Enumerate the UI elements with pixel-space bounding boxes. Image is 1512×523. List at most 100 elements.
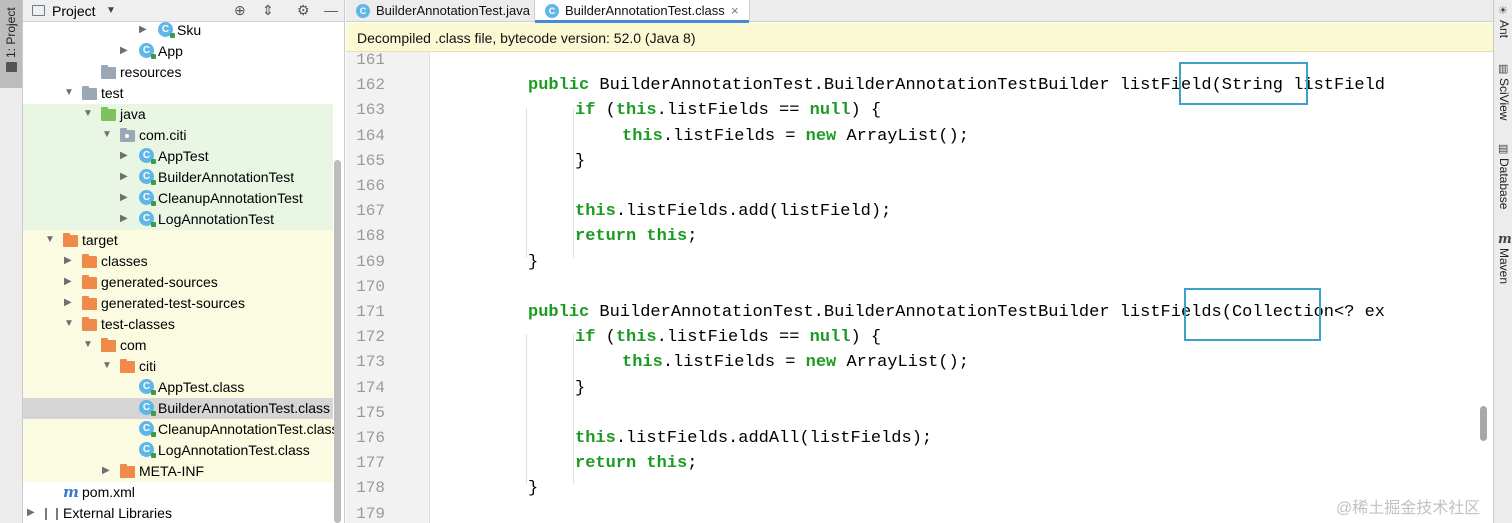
chevron-right-icon[interactable]: ▶ [120, 192, 128, 203]
watermark: @稀土掘金技术社区 [1336, 500, 1481, 517]
tree-item[interactable]: ▼ test-classes [23, 314, 333, 335]
indent-guide [526, 334, 527, 484]
tree-item-label: classes [101, 253, 148, 269]
tree-item-label: generated-sources [101, 274, 218, 290]
tree-item-label: java [120, 106, 146, 122]
chevron-down-icon[interactable]: ▼ [106, 5, 116, 16]
libraries-icon [45, 508, 58, 520]
tree-item-label: resources [120, 64, 182, 80]
tree-item[interactable]: ▶ C Sku [23, 20, 333, 41]
hide-panel-icon[interactable]: — [324, 2, 338, 18]
line-number: 170 [356, 277, 385, 296]
package-icon [120, 128, 135, 142]
chevron-right-icon[interactable]: ▶ [64, 255, 72, 266]
code-view[interactable]: public BuilderAnnotationTest.BuilderAnno… [430, 52, 1493, 523]
tree-item[interactable]: resources [23, 62, 333, 83]
banner-text: Decompiled .class file, bytecode version… [357, 30, 696, 46]
tree-item[interactable]: ▶ C App [23, 41, 333, 62]
locate-icon[interactable]: ⊕ [234, 2, 246, 19]
tree-item[interactable]: ▶ External Libraries [23, 503, 333, 523]
folder-excluded-icon [82, 296, 97, 310]
tree-item[interactable]: ▼ test [23, 83, 333, 104]
tree-item[interactable]: ▶ generated-sources [23, 272, 333, 293]
database-tool-label: Database [1497, 158, 1511, 210]
highlight-box-listFields [1184, 288, 1321, 341]
chevron-down-icon[interactable]: ▼ [83, 108, 93, 119]
class-icon: C [139, 43, 156, 59]
tree-item[interactable]: ▼ target [23, 230, 333, 251]
tree-item[interactable]: ▼ java [23, 104, 333, 125]
tree-item-label: App [158, 43, 183, 59]
tab-label: BuilderAnnotationTest.class [565, 3, 725, 18]
tree-item-label: LogAnnotationTest.class [158, 442, 310, 458]
tree-item-label: test [101, 85, 124, 101]
chevron-right-icon[interactable]: ▶ [120, 213, 128, 224]
maven-tool-label: Maven [1497, 248, 1511, 285]
tree-item-selected[interactable]: C BuilderAnnotationTest.class [23, 398, 333, 419]
chevron-down-icon[interactable]: ▼ [102, 129, 112, 140]
chevron-right-icon[interactable]: ▶ [27, 507, 35, 518]
folder-test-source-icon [101, 107, 116, 121]
chevron-down-icon[interactable]: ▼ [64, 87, 74, 98]
class-file-icon: C [139, 442, 156, 458]
tree-item[interactable]: C LogAnnotationTest.class [23, 440, 333, 461]
close-icon[interactable]: × [731, 3, 739, 18]
tree-item-label: LogAnnotationTest [158, 211, 274, 227]
gear-icon[interactable]: ⚙ [297, 2, 310, 19]
editor-tab-bar: C BuilderAnnotationTest.java C BuilderAn… [346, 0, 1493, 23]
tree-item[interactable]: ▶ classes [23, 251, 333, 272]
folder-excluded-icon [101, 338, 116, 352]
tree-item[interactable]: ▼ com.citi [23, 125, 333, 146]
tab-builder-annotation-test-java[interactable]: C BuilderAnnotationTest.java [346, 0, 534, 22]
project-tree-scrollbar[interactable] [334, 160, 341, 523]
tree-item[interactable]: ▶ C BuilderAnnotationTest [23, 167, 333, 188]
tree-item-label: Sku [177, 22, 202, 38]
maven-icon: m [1498, 232, 1512, 247]
tree-item[interactable]: ▶ generated-test-sources [23, 293, 333, 314]
project-tool-tab[interactable]: 1: Project [0, 0, 22, 88]
tree-item-label: pom.xml [82, 484, 135, 500]
chevron-down-icon[interactable]: ▼ [45, 234, 55, 245]
tab-builder-annotation-test-class[interactable]: C BuilderAnnotationTest.class × [534, 0, 750, 23]
line-number: 175 [356, 403, 385, 422]
tree-item[interactable]: ▼ citi [23, 356, 333, 377]
chevron-right-icon[interactable]: ▶ [120, 150, 128, 161]
chevron-right-icon[interactable]: ▶ [64, 276, 72, 287]
ant-tool-label: Ant [1497, 20, 1511, 39]
class-file-icon: C [139, 379, 156, 395]
tree-item[interactable]: ▶ C LogAnnotationTest [23, 209, 333, 230]
chevron-right-icon[interactable]: ▶ [102, 465, 110, 476]
tree-item[interactable]: ▶ C CleanupAnnotationTest [23, 188, 333, 209]
line-number: 165 [356, 151, 385, 170]
chevron-down-icon[interactable]: ▼ [83, 339, 93, 350]
chevron-right-icon[interactable]: ▶ [120, 171, 128, 182]
chevron-down-icon[interactable]: ▼ [64, 318, 74, 329]
tree-item-label: External Libraries [63, 505, 172, 521]
project-view-selector[interactable]: Project [52, 3, 96, 19]
line-number: 172 [356, 328, 385, 347]
code-line: this.listFields.add(listField); [575, 202, 892, 222]
tree-item[interactable]: C AppTest.class [23, 377, 333, 398]
tree-item-label: BuilderAnnotationTest.class [158, 400, 330, 416]
line-number: 171 [356, 303, 385, 321]
editor-scrollbar[interactable] [1480, 406, 1487, 441]
collapse-all-icon[interactable]: ⇕ [262, 2, 274, 19]
chevron-right-icon[interactable]: ▶ [64, 297, 72, 308]
line-number: 162 [356, 76, 385, 95]
chevron-right-icon[interactable]: ▶ [120, 45, 128, 56]
class-icon: C [139, 169, 156, 185]
chevron-down-icon[interactable]: ▼ [102, 360, 112, 371]
chevron-right-icon[interactable]: ▶ [139, 24, 147, 35]
code-line: } [528, 479, 539, 499]
maven-icon: m [63, 483, 79, 501]
line-number: 173 [356, 353, 385, 372]
tree-item[interactable]: m pom.xml [23, 482, 333, 503]
sciview-icon: ▥ [1498, 63, 1509, 75]
tree-item[interactable]: ▶ META-INF [23, 461, 333, 482]
tree-item[interactable]: ▼ com [23, 335, 333, 356]
line-number: 163 [356, 101, 385, 120]
tree-item[interactable]: C CleanupAnnotationTest.class [23, 419, 339, 440]
tree-item[interactable]: ▶ C AppTest [23, 146, 333, 167]
database-icon: ▤ [1498, 143, 1509, 155]
folder-excluded-icon [82, 317, 97, 331]
